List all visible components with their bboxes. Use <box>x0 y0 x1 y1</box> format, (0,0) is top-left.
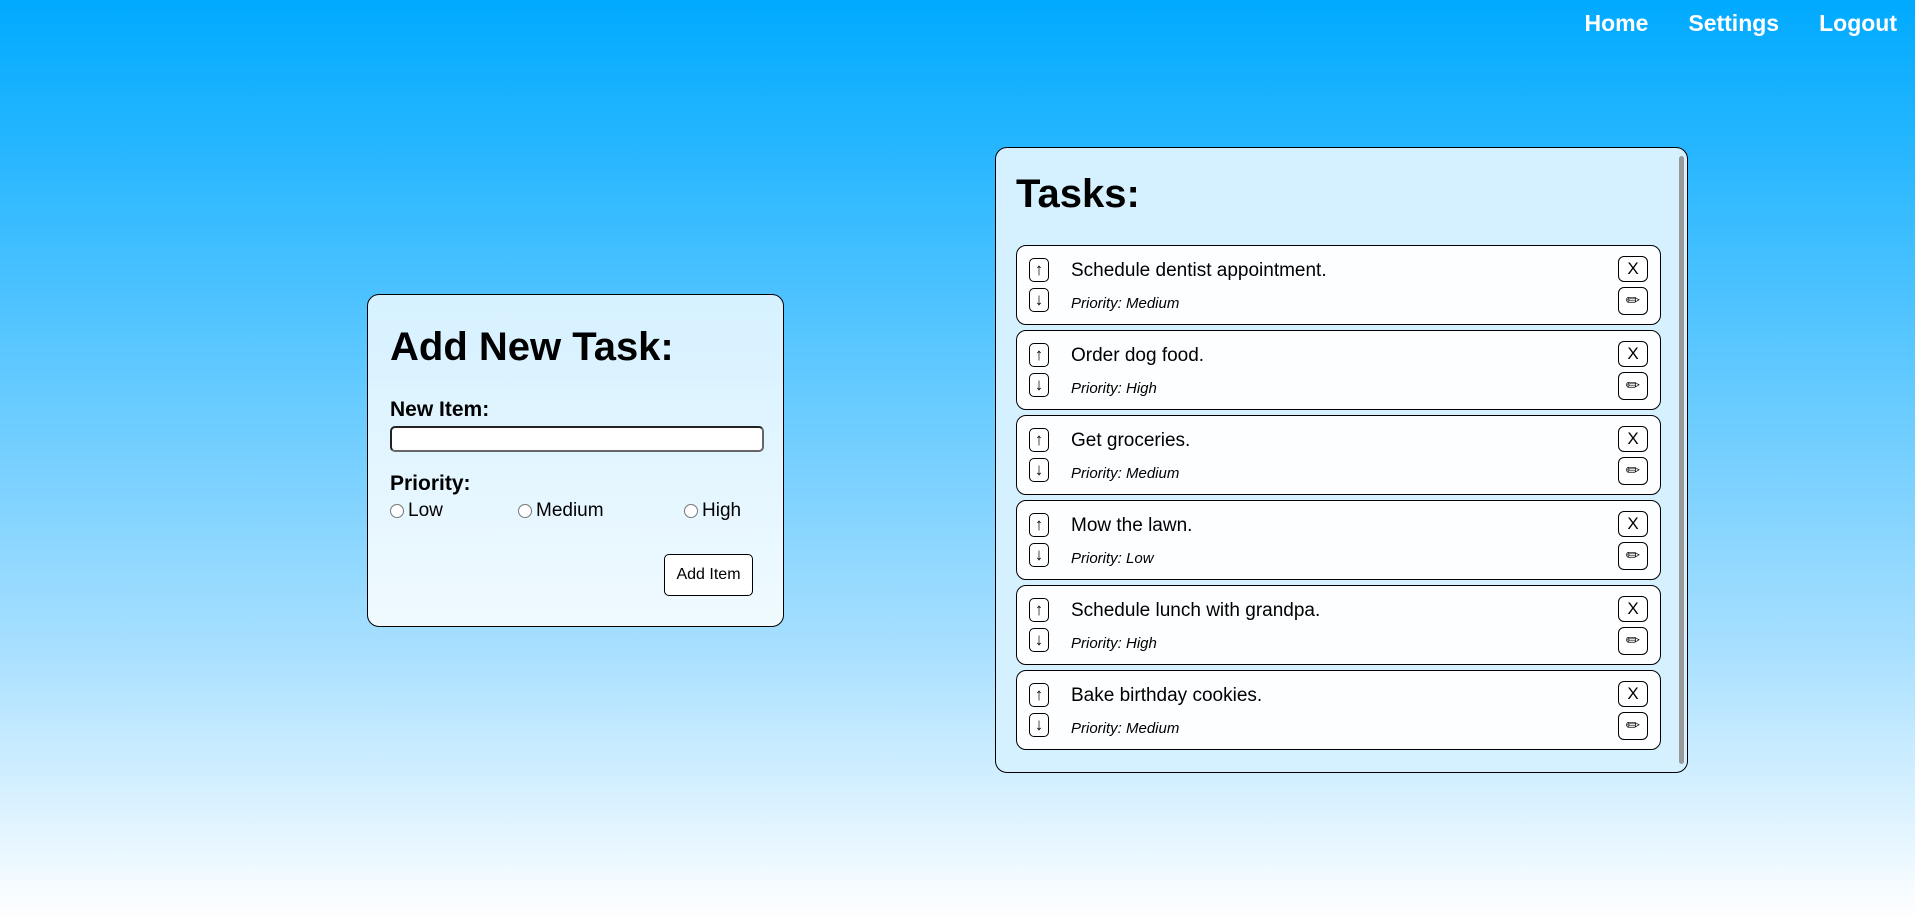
move-up-button[interactable]: ↑ <box>1029 513 1049 537</box>
priority-medium-label: Medium <box>536 500 604 521</box>
task-item: ↑ ↓ Mow the lawn. Priority: Low X ✏ <box>1016 500 1661 580</box>
delete-button[interactable]: X <box>1618 341 1648 367</box>
task-item: ↑ ↓ Get groceries. Priority: Medium X ✏ <box>1016 415 1661 495</box>
add-task-card: Add New Task: New Item: Priority: Low Me… <box>367 294 784 627</box>
edit-pencil-icon[interactable]: ✏ <box>1618 627 1648 655</box>
add-item-button[interactable]: Add Item <box>664 554 753 596</box>
move-down-button[interactable]: ↓ <box>1029 288 1049 312</box>
priority-high-radio[interactable] <box>684 504 698 518</box>
task-item: ↑ ↓ Schedule lunch with grandpa. Priorit… <box>1016 585 1661 665</box>
task-item: ↑ ↓ Bake birthday cookies. Priority: Med… <box>1016 670 1661 750</box>
task-item: ↑ ↓ Order dog food. Priority: High X ✏ <box>1016 330 1661 410</box>
priority-low-radio[interactable] <box>390 504 404 518</box>
task-name: Schedule lunch with grandpa. <box>1071 600 1321 621</box>
task-name: Bake birthday cookies. <box>1071 685 1263 706</box>
priority-medium-radio[interactable] <box>518 504 532 518</box>
tasks-card: Tasks: ↑ ↓ Schedule dentist appointment.… <box>995 147 1688 773</box>
nav-settings[interactable]: Settings <box>1688 10 1779 37</box>
move-down-button[interactable]: ↓ <box>1029 373 1049 397</box>
task-priority: Priority: Low <box>1071 550 1154 567</box>
nav-home[interactable]: Home <box>1584 10 1648 37</box>
edit-pencil-icon[interactable]: ✏ <box>1618 542 1648 570</box>
edit-pencil-icon[interactable]: ✏ <box>1618 287 1648 315</box>
task-name: Mow the lawn. <box>1071 515 1193 536</box>
priority-low[interactable]: Low <box>390 500 518 522</box>
task-name: Schedule dentist appointment. <box>1071 260 1327 281</box>
delete-button[interactable]: X <box>1618 681 1648 707</box>
task-list: ↑ ↓ Schedule dentist appointment. Priori… <box>1016 245 1667 750</box>
priority-high-label: High <box>702 500 742 521</box>
edit-pencil-icon[interactable]: ✏ <box>1618 457 1648 485</box>
move-up-button[interactable]: ↑ <box>1029 343 1049 367</box>
new-item-label: New Item: <box>390 398 490 421</box>
priority-radio-group: Low Medium High <box>390 500 761 522</box>
edit-pencil-icon[interactable]: ✏ <box>1618 372 1648 400</box>
task-priority: Priority: Medium <box>1071 295 1180 312</box>
add-task-title: Add New Task: <box>390 325 674 369</box>
priority-medium[interactable]: Medium <box>518 500 684 522</box>
task-name: Order dog food. <box>1071 345 1205 366</box>
nav-logout[interactable]: Logout <box>1819 10 1897 37</box>
task-priority: Priority: Medium <box>1071 720 1180 737</box>
task-priority: Priority: High <box>1071 635 1157 652</box>
delete-button[interactable]: X <box>1618 256 1648 282</box>
move-up-button[interactable]: ↑ <box>1029 683 1049 707</box>
move-down-button[interactable]: ↓ <box>1029 543 1049 567</box>
tasks-title: Tasks: <box>1016 172 1140 216</box>
move-up-button[interactable]: ↑ <box>1029 598 1049 622</box>
delete-button[interactable]: X <box>1618 511 1648 537</box>
scrollbar[interactable] <box>1679 156 1684 764</box>
top-nav: Home Settings Logout <box>1584 10 1897 37</box>
new-item-input[interactable] <box>390 426 764 452</box>
task-priority: Priority: High <box>1071 380 1157 397</box>
move-up-button[interactable]: ↑ <box>1029 428 1049 452</box>
task-name: Get groceries. <box>1071 430 1191 451</box>
move-down-button[interactable]: ↓ <box>1029 458 1049 482</box>
move-down-button[interactable]: ↓ <box>1029 713 1049 737</box>
task-item: ↑ ↓ Schedule dentist appointment. Priori… <box>1016 245 1661 325</box>
priority-low-label: Low <box>408 500 443 521</box>
delete-button[interactable]: X <box>1618 426 1648 452</box>
task-priority: Priority: Medium <box>1071 465 1180 482</box>
move-down-button[interactable]: ↓ <box>1029 628 1049 652</box>
delete-button[interactable]: X <box>1618 596 1648 622</box>
priority-label: Priority: <box>390 472 471 495</box>
priority-high[interactable]: High <box>684 500 741 522</box>
edit-pencil-icon[interactable]: ✏ <box>1618 712 1648 740</box>
move-up-button[interactable]: ↑ <box>1029 258 1049 282</box>
